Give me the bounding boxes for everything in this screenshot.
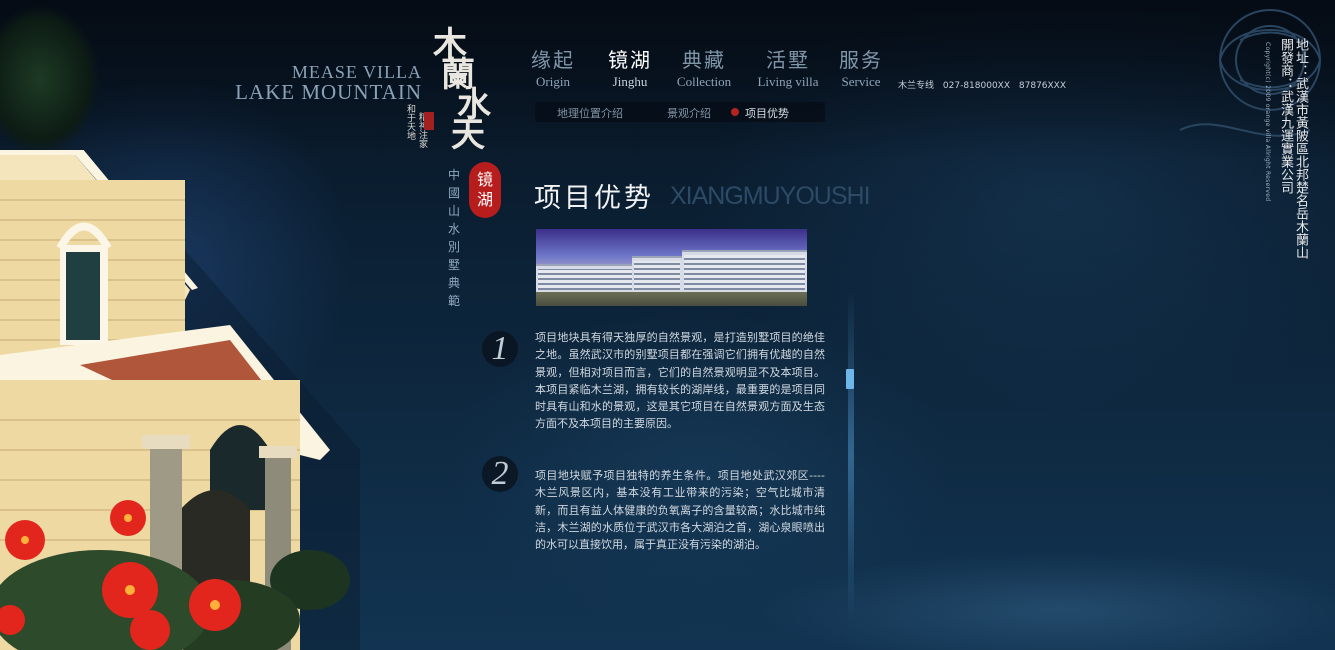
logo-motto-left: 和于天地 [405,104,415,140]
page-title: 项目优势 [534,183,654,214]
villa-drawing [0,150,360,650]
hotline: 木兰专线 027-818000XX 87876XXX [898,78,1072,91]
hotline-number: 87876XXX [1018,81,1067,91]
nav-label-cn: 服务 [839,48,883,72]
nav-label-cn: 缘起 [531,48,575,72]
nav-label-en: Origin [536,74,570,89]
photo-building [536,264,636,292]
nav-item-collection[interactable]: 典藏 Collection [672,44,736,90]
subnav-item-advantages[interactable]: 项目优势 [745,105,789,121]
scroll-thumb[interactable] [846,369,854,389]
top-shade [0,0,1335,160]
seal-char: 镜 [476,170,493,189]
hotline-label: 木兰专线 [898,81,935,91]
nav-item-jinghu[interactable]: 镜湖 Jinghu [604,44,656,90]
ornament-pattern [1179,9,1322,137]
nav-label-cn: 典藏 [682,48,726,72]
subnav-item-location[interactable]: 地理位置介绍 [557,105,623,121]
brand-en-line2: LAKE MOUNTAIN [235,80,422,104]
photo-ground [536,292,807,306]
logo-seal [424,112,434,130]
vertical-slogan: 中國山水別墅典範 [447,168,460,308]
nav-item-origin[interactable]: 缘起 Origin [528,44,578,90]
section-number: 2 [482,456,518,492]
nav-label-en: Living villa [757,74,819,89]
jinghu-seal: 镜 湖 [469,162,501,218]
nav-label-en: Service [841,74,881,89]
sub-nav: 地理位置介绍 景观介绍 项目优势 [535,102,825,122]
nav-item-living-villa[interactable]: 活墅 Living villa [754,44,822,90]
section-number: 1 [482,331,518,367]
active-dot-icon [731,108,739,116]
logo-calligraphy[interactable]: 木 蘭 水 天 [433,28,493,152]
project-photo [536,229,807,306]
nav-item-service[interactable]: 服务 Service [836,44,886,90]
photo-building [632,256,682,292]
nav-label-en: Collection [676,74,732,89]
photo-building [682,250,807,292]
section-text: 项目地块赋予项目独特的养生条件。项目地处武汉郊区----木兰风景区内，基本没有工… [535,469,825,552]
page-title-en: XIANGMUYOUSHI [670,182,871,210]
seal-char: 湖 [476,190,493,209]
subnav-item-landscape[interactable]: 景观介绍 [667,105,711,121]
address-vertical: 地址：武漢市黃陂區北邦楚名岳木蘭山 [1293,38,1308,259]
developer-vertical: 開發商：武漢九運實業公司 [1278,38,1293,194]
section-text: 项目地块具有得天独厚的自然景观，是打造别墅项目的绝佳之地。虽然武汉市的别墅项目都… [535,331,825,431]
copyright-vertical: Copyright(c) 2009 orange villa Allright … [1264,42,1271,202]
nav-label-en: Jinghu [612,74,648,89]
nav-label-cn: 活墅 [766,48,810,72]
scroll-track[interactable] [848,290,854,620]
hotline-number: 027-818000XX [942,81,1011,91]
nav-label-cn: 镜湖 [608,48,652,72]
